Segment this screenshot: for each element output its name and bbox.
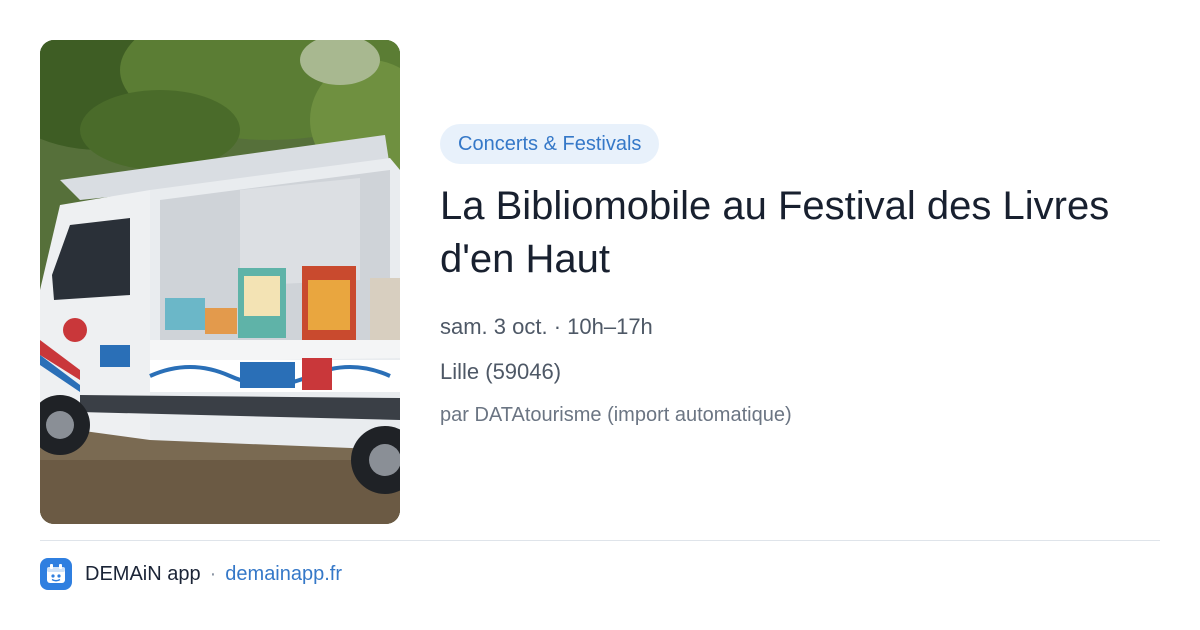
event-photo[interactable] bbox=[40, 40, 400, 524]
event-date-time: sam. 3 oct. · 10h–17h bbox=[440, 314, 653, 339]
footer: DEMAiN app · demainapp.fr bbox=[40, 558, 342, 590]
event-source: par DATAtourisme (import automatique) bbox=[440, 404, 792, 426]
category-badge[interactable]: Concerts & Festivals bbox=[440, 124, 660, 164]
bibliomobile-photo bbox=[40, 40, 400, 524]
event-title: La Bibliomobile au Festival des Livres d… bbox=[440, 184, 1110, 281]
demain-app-icon bbox=[40, 558, 72, 590]
footer-divider bbox=[40, 540, 1160, 541]
footer-separator: · bbox=[209, 562, 217, 585]
app-name: DEMAiN app bbox=[85, 562, 201, 585]
app-website-link[interactable]: demainapp.fr bbox=[225, 563, 342, 586]
event-location: Lille (59046) bbox=[440, 359, 562, 384]
